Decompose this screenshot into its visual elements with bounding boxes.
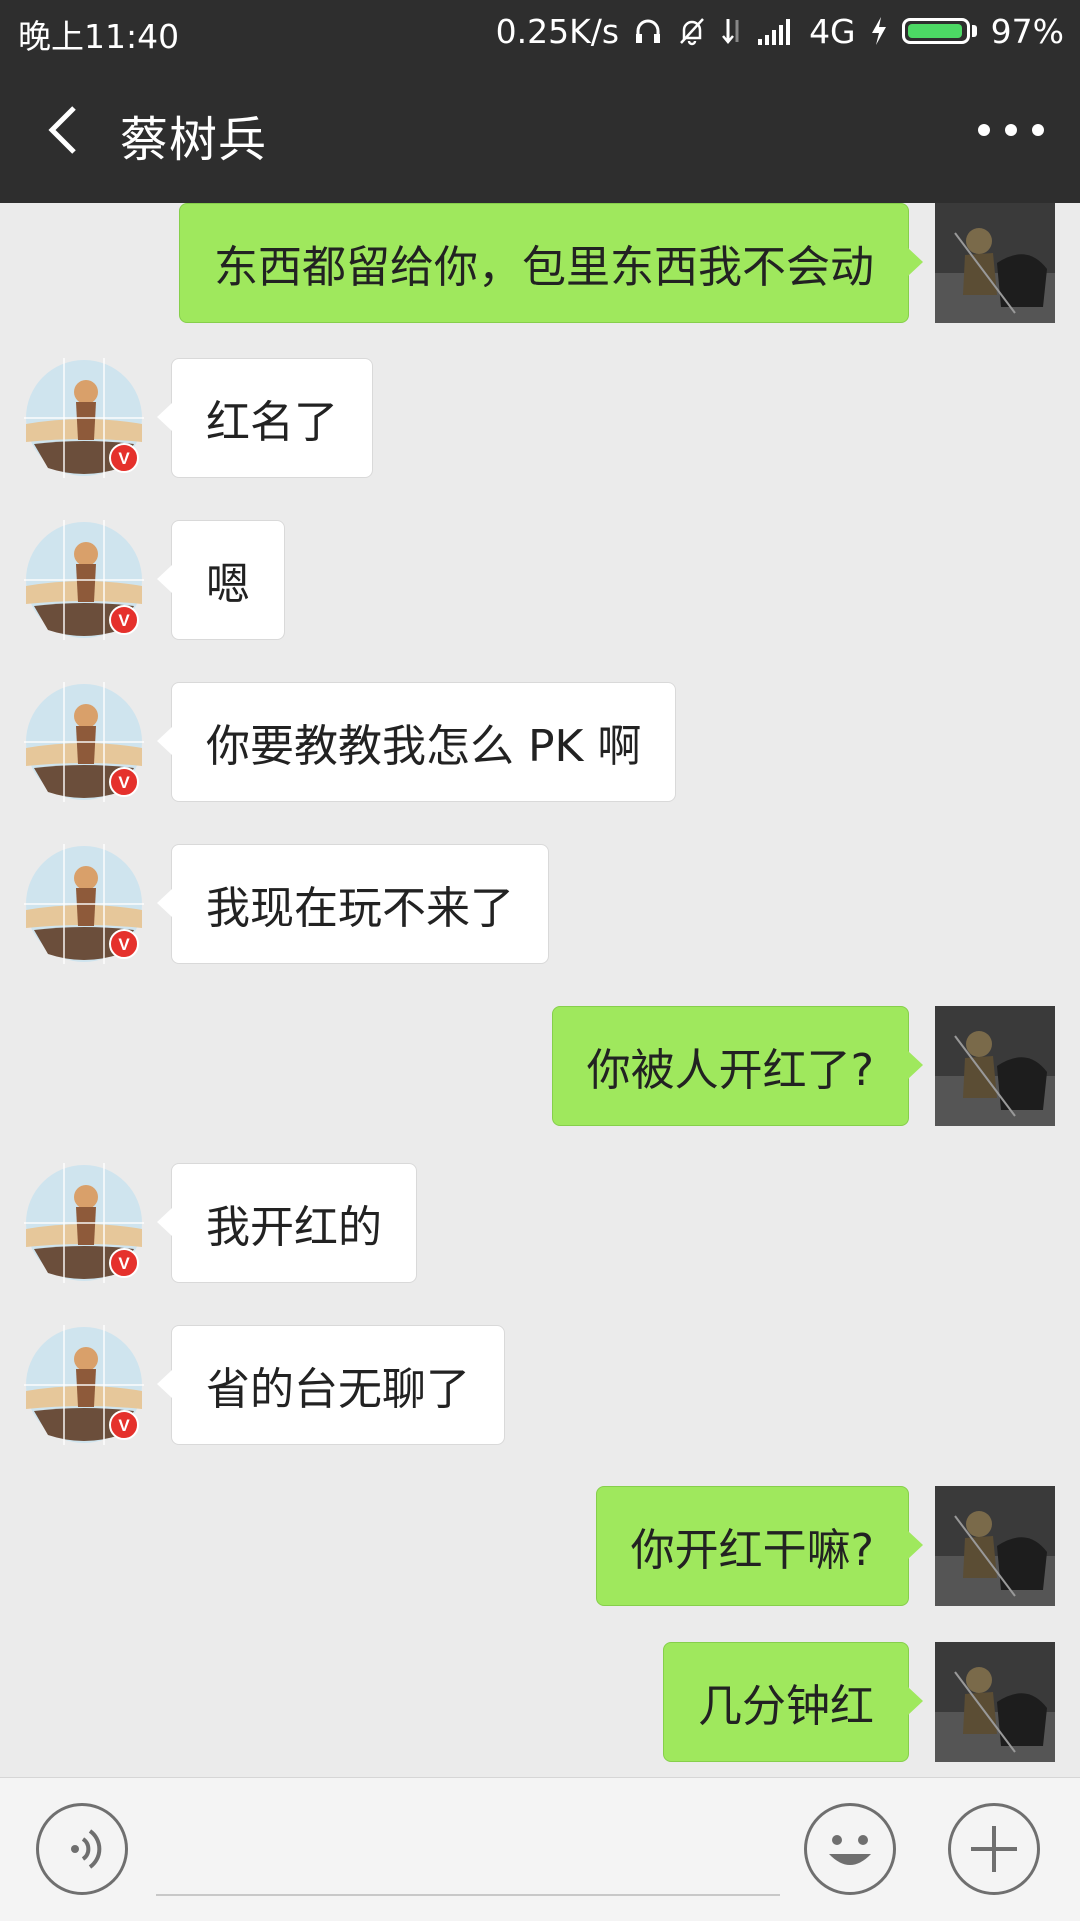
svg-text:V: V <box>118 1254 130 1273</box>
battery-icon <box>901 18 970 44</box>
chevron-left-icon[interactable] <box>36 100 96 160</box>
emoji-icon[interactable] <box>804 1803 896 1895</box>
message-bubble[interactable]: 你开红干嘛? <box>595 1486 924 1606</box>
message-in: V 我开红的 <box>0 1163 1080 1283</box>
message-bubble[interactable]: 你要教教我怎么 PK 啊 <box>156 682 677 802</box>
message-bubble[interactable]: 我现在玩不来了 <box>157 844 549 964</box>
network-speed: 0.25K/s <box>495 11 620 51</box>
message-bubble[interactable]: 东西都留给你，包里东西我不会动 <box>179 203 923 323</box>
svg-text:V: V <box>118 1416 130 1435</box>
data-arrows-icon <box>722 19 739 44</box>
smiley-face-icon <box>829 1835 871 1865</box>
message-in: V 嗯 <box>0 520 1080 640</box>
svg-text:V: V <box>118 935 130 954</box>
status-time: 晚上11:40 <box>18 17 180 56</box>
message-out: 你被人开红了? <box>0 1006 1080 1126</box>
contact-avatar[interactable]: V <box>24 1163 144 1283</box>
my-avatar[interactable] <box>935 1486 1055 1606</box>
battery-tip <box>971 25 977 37</box>
contact-avatar[interactable]: V <box>24 358 144 478</box>
message-in: V 红名了 <box>0 358 1080 478</box>
message-in: V 你要教教我怎么 PK 啊 <box>0 682 1080 802</box>
contact-avatar[interactable]: V <box>24 520 144 640</box>
top-bar: 晚上11:40 0.25K/s 4G 97% 蔡树兵 <box>0 0 1080 203</box>
battery-percent: 97% <box>990 11 1064 51</box>
message-in: V 我现在玩不来了 <box>0 844 1080 964</box>
my-avatar[interactable] <box>935 1642 1055 1762</box>
status-bar: 晚上11:40 0.25K/s 4G 97% <box>0 0 1080 62</box>
signal-icon <box>758 19 791 45</box>
plus-icon[interactable] <box>948 1803 1040 1895</box>
contact-avatar[interactable]: V <box>24 1325 144 1445</box>
voice-icon[interactable] <box>36 1803 128 1895</box>
svg-text:V: V <box>118 449 130 468</box>
svg-text:V: V <box>118 773 130 792</box>
nav-bar: 蔡树兵 <box>0 62 1080 203</box>
my-avatar[interactable] <box>935 1006 1055 1126</box>
voice-wave-icon <box>71 1829 102 1869</box>
contact-avatar[interactable]: V <box>24 844 144 964</box>
message-bubble[interactable]: 几分钟红 <box>663 1642 923 1762</box>
message-out: 你开红干嘛? <box>0 1486 1080 1606</box>
input-bar <box>0 1777 1080 1921</box>
network-type: 4G <box>809 11 856 51</box>
svg-text:V: V <box>118 611 130 630</box>
more-dots-icon[interactable] <box>978 110 1044 150</box>
status-right: 0.25K/s 4G 97% <box>496 8 1064 54</box>
message-input[interactable] <box>156 1894 780 1896</box>
headphones-icon <box>636 19 661 43</box>
message-bubble[interactable]: 你被人开红了? <box>551 1006 924 1126</box>
mute-bell-icon <box>680 18 704 46</box>
message-out: 东西都留给你，包里东西我不会动 <box>0 203 1080 323</box>
battery-fill <box>907 24 962 38</box>
contact-avatar[interactable]: V <box>24 682 144 802</box>
message-out: 几分钟红 <box>0 1642 1080 1762</box>
message-bubble[interactable]: 我开红的 <box>157 1163 417 1283</box>
plus-sign-icon <box>971 1826 1017 1872</box>
message-bubble[interactable]: 嗯 <box>157 520 285 640</box>
message-in: V 省的台无聊了 <box>0 1325 1080 1445</box>
message-bubble[interactable]: 红名了 <box>157 358 373 478</box>
chat-title: 蔡树兵 <box>120 112 268 168</box>
my-avatar[interactable] <box>935 203 1055 323</box>
message-bubble[interactable]: 省的台无聊了 <box>157 1325 505 1445</box>
charging-icon <box>871 17 886 45</box>
message-list[interactable]: 东西都留给你，包里东西我不会动 V 红名了 V 嗯 V 你要教教我怎么 PK 啊… <box>0 203 1080 1777</box>
